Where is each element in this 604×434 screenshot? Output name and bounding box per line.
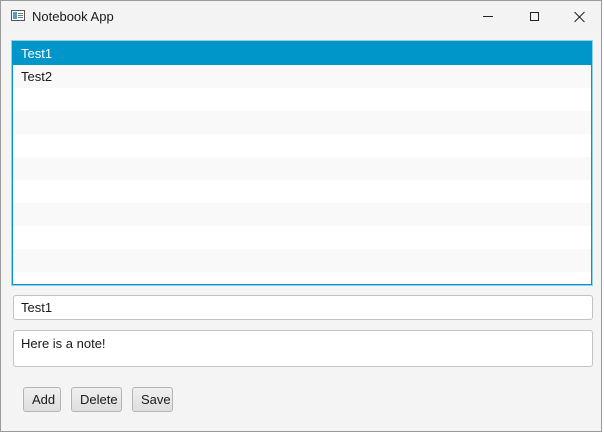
notes-list[interactable]: Test1 Test2 bbox=[12, 41, 592, 285]
note-title-input[interactable] bbox=[13, 295, 593, 320]
close-icon bbox=[574, 11, 586, 23]
list-item[interactable]: Test1 bbox=[13, 42, 591, 65]
list-item bbox=[13, 88, 591, 111]
list-item bbox=[13, 111, 591, 134]
add-button[interactable]: Add bbox=[23, 387, 61, 412]
maximize-icon bbox=[529, 12, 539, 21]
list-item bbox=[13, 180, 591, 203]
note-body-textarea[interactable]: Here is a note! bbox=[13, 330, 593, 367]
maximize-button[interactable] bbox=[511, 1, 557, 32]
list-item bbox=[13, 249, 591, 272]
list-item bbox=[13, 203, 591, 226]
app-window: Notebook App Test1Test2 Here is a note! … bbox=[0, 0, 602, 432]
minimize-button[interactable] bbox=[465, 1, 511, 32]
notebook-icon bbox=[11, 10, 25, 21]
list-item[interactable]: Test2 bbox=[13, 65, 591, 88]
title-bar[interactable]: Notebook App bbox=[1, 1, 601, 32]
window-title: Notebook App bbox=[32, 9, 114, 24]
list-item bbox=[13, 226, 591, 249]
list-item bbox=[13, 157, 591, 180]
list-item bbox=[13, 134, 591, 157]
save-button[interactable]: Save bbox=[132, 387, 173, 412]
delete-button[interactable]: Delete bbox=[71, 387, 122, 412]
minimize-icon bbox=[483, 16, 493, 17]
close-button[interactable] bbox=[557, 1, 603, 32]
